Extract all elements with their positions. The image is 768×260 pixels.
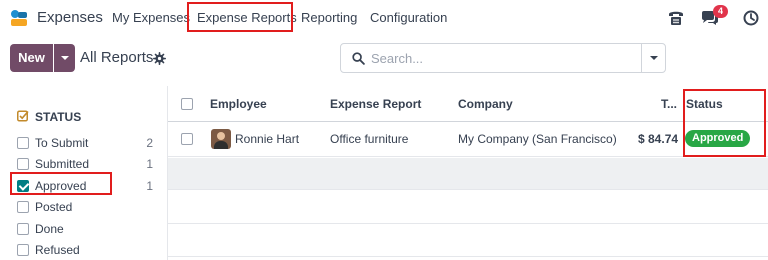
- new-dropdown-toggle[interactable]: [54, 44, 75, 72]
- row-checkbox[interactable]: [181, 133, 193, 145]
- status-panel-header: STATUS: [17, 110, 81, 124]
- gear-icon[interactable]: [153, 52, 166, 65]
- column-company[interactable]: Company: [458, 97, 513, 111]
- filter-count: 2: [146, 136, 153, 150]
- menu-configuration[interactable]: Configuration: [370, 10, 447, 25]
- filter-refused[interactable]: Refused: [17, 242, 159, 260]
- status-panel-label: STATUS: [35, 110, 82, 124]
- highlight-box-approved: [10, 172, 112, 195]
- checkbox[interactable]: [17, 137, 29, 149]
- page-title: All Reports: [80, 49, 154, 66]
- search-input[interactable]: [371, 44, 636, 72]
- app-name[interactable]: Expenses: [37, 9, 103, 26]
- expense-report-list: Employee Expense Report Company T... Sta…: [168, 86, 768, 260]
- list-footer-band: [168, 158, 768, 190]
- filter-to-submit[interactable]: To Submit 2: [17, 135, 159, 153]
- filter-label: Submitted: [35, 157, 90, 171]
- filter-label: Done: [35, 222, 64, 236]
- cell-report: Office furniture: [330, 132, 409, 146]
- table-row[interactable]: Ronnie Hart Office furniture My Company …: [168, 122, 768, 157]
- filter-count: 1: [146, 179, 153, 193]
- filter-count: 1: [146, 157, 153, 171]
- filter-label: To Submit: [35, 136, 89, 150]
- empty-row: [168, 224, 768, 257]
- messages-badge: 4: [713, 5, 728, 18]
- cell-employee: Ronnie Hart: [235, 132, 300, 146]
- empty-row: [168, 191, 768, 224]
- column-expense-report[interactable]: Expense Report: [330, 97, 421, 111]
- column-total[interactable]: T...: [661, 97, 677, 111]
- highlight-box-menu: [187, 2, 293, 32]
- highlight-box-status: [683, 89, 766, 157]
- top-navbar: Expenses My Expenses Expense Reports Rep…: [0, 0, 768, 36]
- filter-posted[interactable]: Posted: [17, 199, 159, 217]
- avatar: [211, 129, 231, 149]
- search-bar: [340, 43, 642, 73]
- list-header: Employee Expense Report Company T... Sta…: [168, 86, 768, 122]
- menu-my-expenses[interactable]: My Expenses: [112, 10, 190, 25]
- clock-icon[interactable]: [741, 8, 761, 28]
- search-icon: [352, 52, 365, 65]
- cell-company: My Company (San Francisco): [458, 132, 617, 146]
- checkbox[interactable]: [17, 201, 29, 213]
- checkbox[interactable]: [17, 223, 29, 235]
- new-button[interactable]: New: [10, 44, 53, 72]
- filter-done[interactable]: Done: [17, 221, 159, 239]
- select-all-checkbox[interactable]: [181, 98, 193, 110]
- checkbox[interactable]: [17, 158, 29, 170]
- search-options-toggle[interactable]: [641, 43, 666, 73]
- filter-label: Refused: [35, 243, 80, 257]
- phone-icon[interactable]: [666, 8, 686, 28]
- checkbox[interactable]: [17, 244, 29, 256]
- expenses-app-icon[interactable]: [9, 9, 29, 27]
- menu-reporting[interactable]: Reporting: [301, 10, 357, 25]
- filter-label: Posted: [35, 200, 73, 214]
- cell-total: $ 84.74: [638, 132, 679, 146]
- check-square-icon: [17, 110, 29, 122]
- column-employee[interactable]: Employee: [210, 97, 267, 111]
